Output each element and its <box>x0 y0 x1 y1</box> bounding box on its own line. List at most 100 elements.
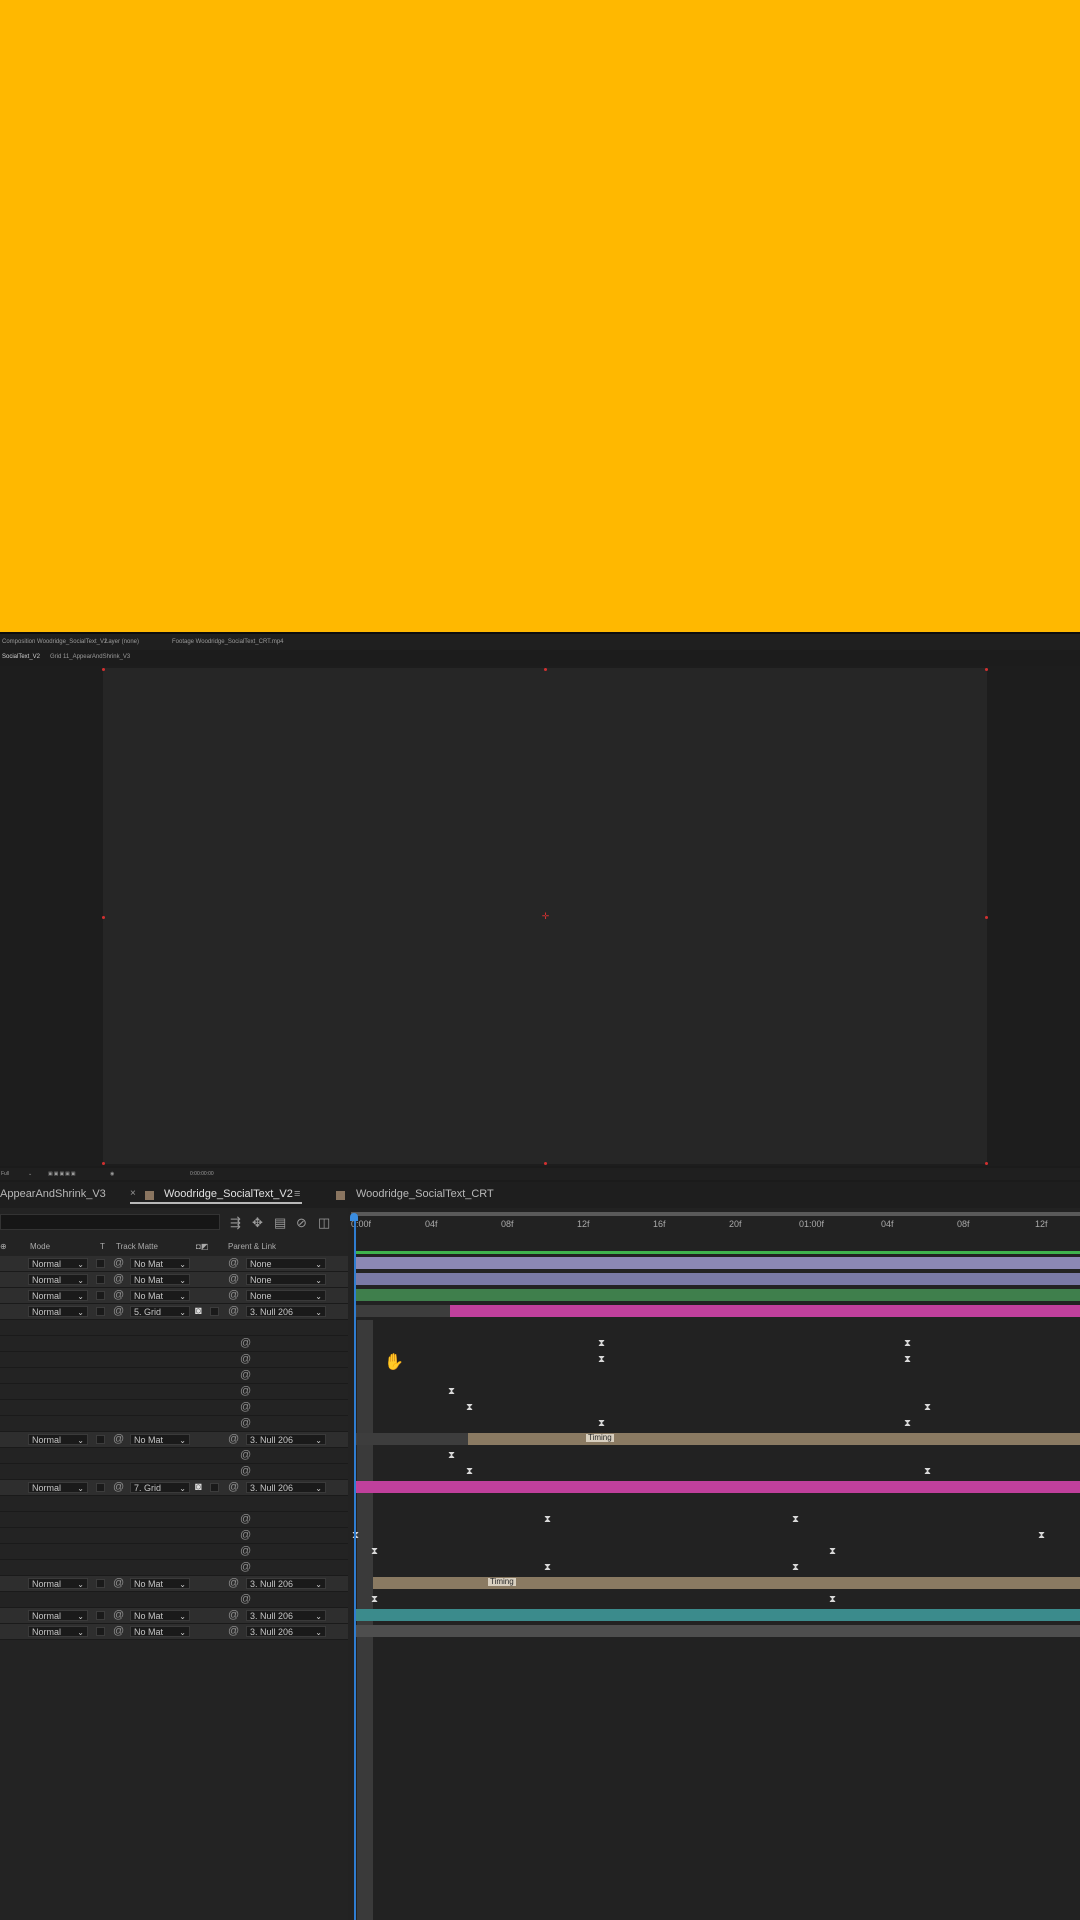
layer-bar-tan[interactable] <box>373 1577 1080 1589</box>
tab-social-text-crt[interactable]: Woodridge_SocialText_CRT <box>356 1188 494 1200</box>
keyframe-icon[interactable]: ⧗ <box>466 1467 473 1477</box>
pickwhip-icon[interactable]: @ <box>240 1593 251 1605</box>
track-matte-dropdown[interactable]: 5. Grid ⌄ <box>130 1306 190 1317</box>
tab-layer[interactable]: Layer (none) <box>105 639 139 645</box>
keyframe-icon[interactable]: ⧗ <box>448 1451 455 1461</box>
pickwhip-icon[interactable]: @ <box>228 1481 239 1493</box>
keyframe-icon[interactable]: ⧗ <box>792 1515 799 1525</box>
property-row[interactable]: @ <box>0 1368 348 1384</box>
tab-social-text-v2[interactable]: Woodridge_SocialText_V2 <box>164 1188 293 1200</box>
pickwhip-icon[interactable]: @ <box>240 1465 251 1477</box>
menu-icon[interactable]: ≡ <box>294 1188 300 1200</box>
pickwhip-icon[interactable]: @ <box>228 1577 239 1589</box>
keyframe-icon[interactable]: ⧗ <box>904 1339 911 1349</box>
pickwhip-icon[interactable]: @ <box>240 1401 251 1413</box>
preserve-transparency-toggle[interactable] <box>96 1579 105 1588</box>
property-row[interactable]: @ <box>0 1416 348 1432</box>
keyframe-icon[interactable]: ⧗ <box>829 1595 836 1605</box>
comp-canvas[interactable]: ✛ <box>102 668 988 1165</box>
resolution-select[interactable]: Full <box>1 1171 9 1177</box>
layer-row[interactable]: Normal ⌄ @ No Mat ⌄ @ 3. Null 206 ⌄ <box>0 1576 348 1592</box>
pickwhip-icon[interactable]: @ <box>240 1513 251 1525</box>
mode-dropdown[interactable]: Normal ⌄ <box>28 1274 88 1285</box>
pickwhip-icon[interactable]: @ <box>240 1545 251 1557</box>
property-row[interactable]: @ <box>0 1352 348 1368</box>
pickwhip-icon[interactable]: @ <box>240 1449 251 1461</box>
mode-dropdown[interactable]: Normal ⌄ <box>28 1610 88 1621</box>
pickwhip-icon[interactable]: @ <box>113 1481 124 1493</box>
pickwhip-icon[interactable]: @ <box>228 1273 239 1285</box>
mode-dropdown[interactable]: Normal ⌄ <box>28 1482 88 1493</box>
pickwhip-icon[interactable]: @ <box>240 1385 251 1397</box>
graph-editor-icon[interactable]: ⊘ <box>296 1215 307 1231</box>
keyframe-icon[interactable]: ⧗ <box>598 1419 605 1429</box>
parent-dropdown[interactable]: 3. Null 206 ⌄ <box>246 1626 326 1637</box>
chevron-down-icon[interactable]: ⌄ <box>28 1171 32 1177</box>
motion-blur-icon[interactable]: ▤ <box>274 1215 286 1231</box>
col-parent[interactable]: Parent & Link <box>228 1242 276 1251</box>
view-toggle-icons[interactable]: ▣▣▣▣▣ <box>48 1171 77 1177</box>
current-time-display[interactable]: 0:00:00:00 <box>190 1171 214 1177</box>
preserve-transparency-toggle[interactable] <box>96 1259 105 1268</box>
pickwhip-icon[interactable]: @ <box>113 1433 124 1445</box>
track-matte-dropdown[interactable]: 7. Grid ⌄ <box>130 1482 190 1493</box>
pickwhip-icon[interactable]: @ <box>240 1529 251 1541</box>
layer-row[interactable]: Normal ⌄ @ No Mat ⌄ @ 3. Null 206 ⌄ <box>0 1624 348 1640</box>
preserve-transparency-toggle[interactable] <box>96 1483 105 1492</box>
layer-marker[interactable]: Timing <box>488 1578 516 1586</box>
comp-tab-grid[interactable]: Grid 11_AppearAndShrink_V3 <box>50 654 130 660</box>
mode-dropdown[interactable]: Normal ⌄ <box>28 1290 88 1301</box>
track-matte-dropdown[interactable]: No Mat ⌄ <box>130 1290 190 1301</box>
pickwhip-icon[interactable]: @ <box>228 1257 239 1269</box>
pickwhip-icon[interactable]: @ <box>113 1273 124 1285</box>
work-area-bar[interactable] <box>351 1212 1080 1216</box>
property-row[interactable]: @ <box>0 1512 348 1528</box>
preserve-transparency-toggle[interactable] <box>96 1611 105 1620</box>
parent-dropdown[interactable]: None ⌄ <box>246 1290 326 1301</box>
parent-dropdown[interactable]: None ⌄ <box>246 1258 326 1269</box>
keyframe-icon[interactable]: ⧗ <box>598 1339 605 1349</box>
pickwhip-icon[interactable]: @ <box>113 1257 124 1269</box>
pickwhip-icon[interactable]: @ <box>240 1417 251 1429</box>
mode-dropdown[interactable]: Normal ⌄ <box>28 1578 88 1589</box>
frame-blending-icon[interactable]: ✥ <box>252 1215 263 1231</box>
tab-footage[interactable]: Footage Woodridge_SocialText_CRT.mp4 <box>172 639 284 645</box>
property-row[interactable]: @ <box>0 1336 348 1352</box>
current-time-indicator[interactable] <box>354 1218 356 1920</box>
keyframe-icon[interactable]: ⧗ <box>544 1515 551 1525</box>
preserve-transparency-toggle[interactable] <box>96 1435 105 1444</box>
track-matte-dropdown[interactable]: No Mat ⌄ <box>130 1578 190 1589</box>
keyframe-icon[interactable]: ⧗ <box>829 1547 836 1557</box>
camera-icon[interactable]: ◉ <box>110 1171 114 1177</box>
property-row[interactable]: @ <box>0 1560 348 1576</box>
property-row[interactable] <box>0 1320 348 1336</box>
preserve-transparency-toggle[interactable] <box>96 1627 105 1636</box>
parent-dropdown[interactable]: 3. Null 206 ⌄ <box>246 1610 326 1621</box>
col-mode[interactable]: Mode <box>30 1242 50 1251</box>
preserve-transparency-toggle[interactable] <box>96 1275 105 1284</box>
layer-bar-gray[interactable] <box>356 1625 1080 1637</box>
mode-dropdown[interactable]: Normal ⌄ <box>28 1434 88 1445</box>
preserve-transparency-toggle[interactable] <box>96 1307 105 1316</box>
keyframe-icon[interactable]: ⧗ <box>466 1403 473 1413</box>
layer-row[interactable]: Normal ⌄ @ No Mat ⌄ @ None ⌄ <box>0 1256 348 1272</box>
mode-dropdown[interactable]: Normal ⌄ <box>28 1626 88 1637</box>
layer-bar-green[interactable] <box>356 1289 1080 1301</box>
keyframe-icon[interactable]: ⧗ <box>924 1467 931 1477</box>
layer-bar-tan[interactable] <box>468 1433 1080 1445</box>
layer-bar-teal[interactable] <box>356 1609 1080 1621</box>
pickwhip-icon[interactable]: @ <box>228 1305 239 1317</box>
layer-row[interactable]: Normal ⌄ @ 7. Grid ⌄ ◙ @ 3. Null 206 ⌄ <box>0 1480 348 1496</box>
layer-row[interactable]: Normal ⌄ @ No Mat ⌄ @ 3. Null 206 ⌄ <box>0 1432 348 1448</box>
close-icon[interactable]: × <box>130 1188 136 1199</box>
pickwhip-icon[interactable]: @ <box>113 1609 124 1621</box>
property-row[interactable]: @ <box>0 1400 348 1416</box>
keyframe-icon[interactable]: ⧗ <box>371 1547 378 1557</box>
pickwhip-icon[interactable]: @ <box>228 1433 239 1445</box>
layer-marker[interactable]: Timing <box>586 1434 614 1442</box>
mode-dropdown[interactable]: Normal ⌄ <box>28 1306 88 1317</box>
keyframe-icon[interactable]: ⧗ <box>924 1403 931 1413</box>
tab-appear-and-shrink[interactable]: AppearAndShrink_V3 <box>0 1188 106 1200</box>
draft-3d-icon[interactable]: ◫ <box>318 1215 330 1231</box>
layer-bar-green-line[interactable] <box>356 1251 1080 1254</box>
